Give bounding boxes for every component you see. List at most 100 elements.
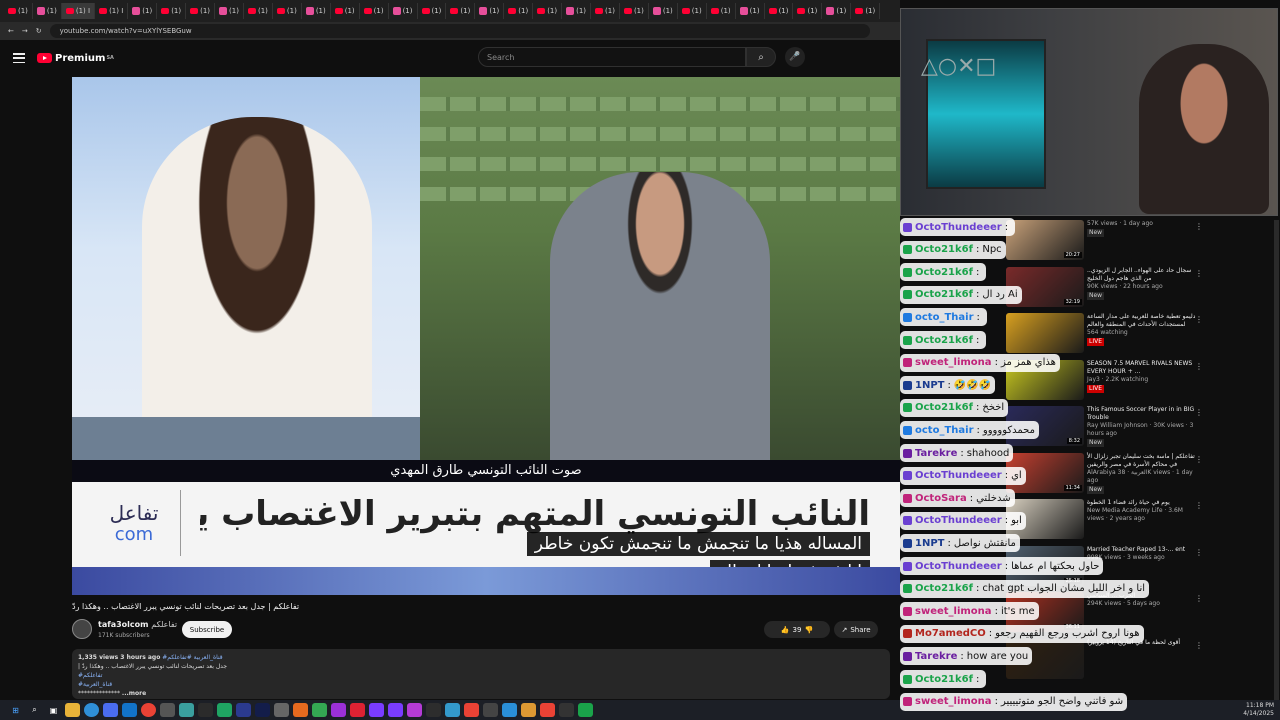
browser-tab[interactable]: (1) bbox=[418, 3, 447, 19]
browser-tab[interactable]: (1) I bbox=[61, 3, 96, 19]
rec-info[interactable]: دليمو تعطية خاصة للعربية على مدار الساعة… bbox=[1087, 313, 1197, 346]
browser-tab[interactable]: (1) bbox=[389, 3, 418, 19]
browser-tab[interactable]: (1) bbox=[302, 3, 331, 19]
app-icon[interactable] bbox=[407, 703, 422, 717]
app-icon[interactable] bbox=[331, 703, 346, 717]
thumbs-down-icon[interactable]: 👎 bbox=[804, 626, 813, 634]
scrollbar[interactable] bbox=[1274, 220, 1279, 700]
back-icon[interactable]: ← bbox=[8, 27, 14, 35]
app-icon[interactable] bbox=[198, 703, 213, 717]
app-icon[interactable] bbox=[274, 703, 289, 717]
app-icon[interactable] bbox=[312, 703, 327, 717]
browser-tab[interactable]: (1) bbox=[186, 3, 216, 19]
thumbs-up-icon[interactable]: 👍 bbox=[781, 626, 790, 634]
app-icon[interactable] bbox=[559, 703, 574, 717]
rec-info[interactable]: This Famous Soccer Player in in BIG Trou… bbox=[1087, 406, 1197, 447]
reload-icon[interactable]: ↻ bbox=[36, 27, 42, 35]
browser-tab[interactable]: (1) bbox=[822, 3, 852, 19]
browser-tab[interactable]: (1) bbox=[273, 3, 302, 19]
browser-tab[interactable]: (1) bbox=[649, 3, 678, 19]
browser-tab[interactable]: (1) bbox=[4, 3, 33, 19]
description-box[interactable]: 1,335 views 3 hours ago #قناة_العربية #ت… bbox=[72, 649, 890, 699]
browser-tab[interactable]: (1) bbox=[128, 3, 158, 19]
mic-icon[interactable]: 🎤 bbox=[785, 47, 805, 67]
browser-tab[interactable]: (1) bbox=[33, 3, 62, 19]
rec-info[interactable]: سجال حاد على الهواء.. الجابر ل الزيودي..… bbox=[1087, 267, 1197, 300]
youtube-logo[interactable]: Premium SA bbox=[37, 53, 114, 64]
browser-tab[interactable]: (1) bbox=[244, 3, 273, 19]
app-icon[interactable] bbox=[350, 703, 365, 717]
app-icon[interactable] bbox=[160, 703, 175, 717]
menu-icon[interactable] bbox=[13, 53, 25, 63]
share-button[interactable]: ↗ Share bbox=[834, 621, 878, 638]
app-icon[interactable] bbox=[445, 703, 460, 717]
more-options-icon[interactable]: ⋮ bbox=[1195, 269, 1203, 278]
browser-tab[interactable]: (1) bbox=[678, 3, 707, 19]
search-button[interactable]: ⌕ bbox=[746, 47, 776, 67]
search-icon[interactable]: ⌕ bbox=[27, 703, 42, 717]
browser-tab[interactable]: (1) bbox=[736, 3, 765, 19]
browser-tab[interactable]: (1) bbox=[591, 3, 620, 19]
app-icon[interactable] bbox=[502, 703, 517, 717]
app-icon[interactable] bbox=[426, 703, 441, 717]
show-more-link[interactable]: ...more bbox=[122, 690, 146, 697]
browser-tab[interactable]: (1) bbox=[707, 3, 736, 19]
rec-info[interactable]: يوم في حياة رائد فضاء 1 الخطوة New Media … bbox=[1087, 499, 1197, 523]
app-icon[interactable] bbox=[483, 703, 498, 717]
app-icon[interactable] bbox=[521, 703, 536, 717]
file-explorer-icon[interactable] bbox=[65, 703, 80, 717]
app-icon[interactable] bbox=[236, 703, 251, 717]
browser-tab[interactable]: (1) bbox=[851, 3, 881, 19]
channel-name[interactable]: tafa3olcom تفاعلكم bbox=[98, 620, 177, 629]
rec-info[interactable]: SEASON 7.5 MARVEL RIVALS NEWS EVERY HOUR… bbox=[1087, 360, 1197, 393]
browser-tab[interactable]: (1) bbox=[533, 3, 563, 19]
browser-tab[interactable]: (1) bbox=[157, 3, 187, 19]
more-options-icon[interactable]: ⋮ bbox=[1195, 362, 1203, 371]
app-icon[interactable] bbox=[293, 703, 308, 717]
outlook-icon[interactable] bbox=[122, 703, 137, 717]
browser-tab[interactable]: (1) bbox=[475, 3, 505, 19]
rec-thumbnail[interactable]: 20:27 bbox=[1006, 220, 1084, 260]
browser-tab[interactable]: (1) bbox=[793, 3, 823, 19]
chrome-icon[interactable] bbox=[141, 703, 156, 717]
app-icon[interactable] bbox=[464, 703, 479, 717]
browser-tab[interactable]: (1) bbox=[360, 3, 389, 19]
app-icon[interactable] bbox=[255, 703, 270, 717]
browser-tab[interactable]: (1) bbox=[765, 3, 794, 19]
app-icon[interactable] bbox=[217, 703, 232, 717]
more-options-icon[interactable]: ⋮ bbox=[1195, 222, 1203, 231]
more-options-icon[interactable]: ⋮ bbox=[1195, 548, 1203, 557]
more-options-icon[interactable]: ⋮ bbox=[1195, 455, 1203, 464]
channel-avatar[interactable] bbox=[72, 619, 92, 639]
app-icon[interactable] bbox=[388, 703, 403, 717]
forward-icon[interactable]: → bbox=[22, 27, 28, 35]
task-view-icon[interactable]: ▣ bbox=[46, 703, 61, 717]
app-icon[interactable] bbox=[369, 703, 384, 717]
browser-tab[interactable]: (1) bbox=[562, 3, 592, 19]
browser-tab[interactable]: (1) bbox=[620, 3, 649, 19]
video-player[interactable]: صوت النائب التونسي طارق المهدي تفاعل com… bbox=[72, 77, 900, 595]
subscribe-button[interactable]: Subscribe bbox=[182, 621, 232, 638]
edge-icon[interactable] bbox=[84, 703, 99, 717]
url-field[interactable]: youtube.com/watch?v=uXYlYSEBGuw bbox=[49, 24, 870, 38]
system-clock[interactable]: 11:18 PM 4/14/2025 bbox=[1243, 702, 1274, 718]
app-icon[interactable] bbox=[179, 703, 194, 717]
more-options-icon[interactable]: ⋮ bbox=[1195, 594, 1203, 603]
like-dislike-group[interactable]: 👍 39 👎 bbox=[764, 621, 830, 638]
more-options-icon[interactable]: ⋮ bbox=[1195, 315, 1203, 324]
store-icon[interactable] bbox=[103, 703, 118, 717]
app-icon[interactable] bbox=[540, 703, 555, 717]
browser-tab[interactable]: (1) bbox=[446, 3, 476, 19]
browser-tab[interactable]: (1) I bbox=[95, 3, 129, 19]
rec-info[interactable]: Married Teacher Raped 13-... ent 998K vie… bbox=[1087, 546, 1197, 562]
rec-thumbnail[interactable] bbox=[1006, 313, 1084, 353]
rec-info[interactable]: تفاعلكم | ماسة بخت سليمان تجبر زلزال الأ… bbox=[1087, 453, 1197, 494]
start-icon[interactable]: ⊞ bbox=[8, 703, 23, 717]
app-icon[interactable] bbox=[578, 703, 593, 717]
browser-tab[interactable]: (1) bbox=[215, 3, 244, 19]
more-options-icon[interactable]: ⋮ bbox=[1195, 408, 1203, 417]
browser-tab[interactable]: (1) bbox=[504, 3, 534, 19]
more-options-icon[interactable]: ⋮ bbox=[1195, 501, 1203, 510]
rec-info[interactable]: 57K views · 1 day ago New bbox=[1087, 220, 1197, 237]
browser-tab[interactable]: (1) bbox=[331, 3, 360, 19]
